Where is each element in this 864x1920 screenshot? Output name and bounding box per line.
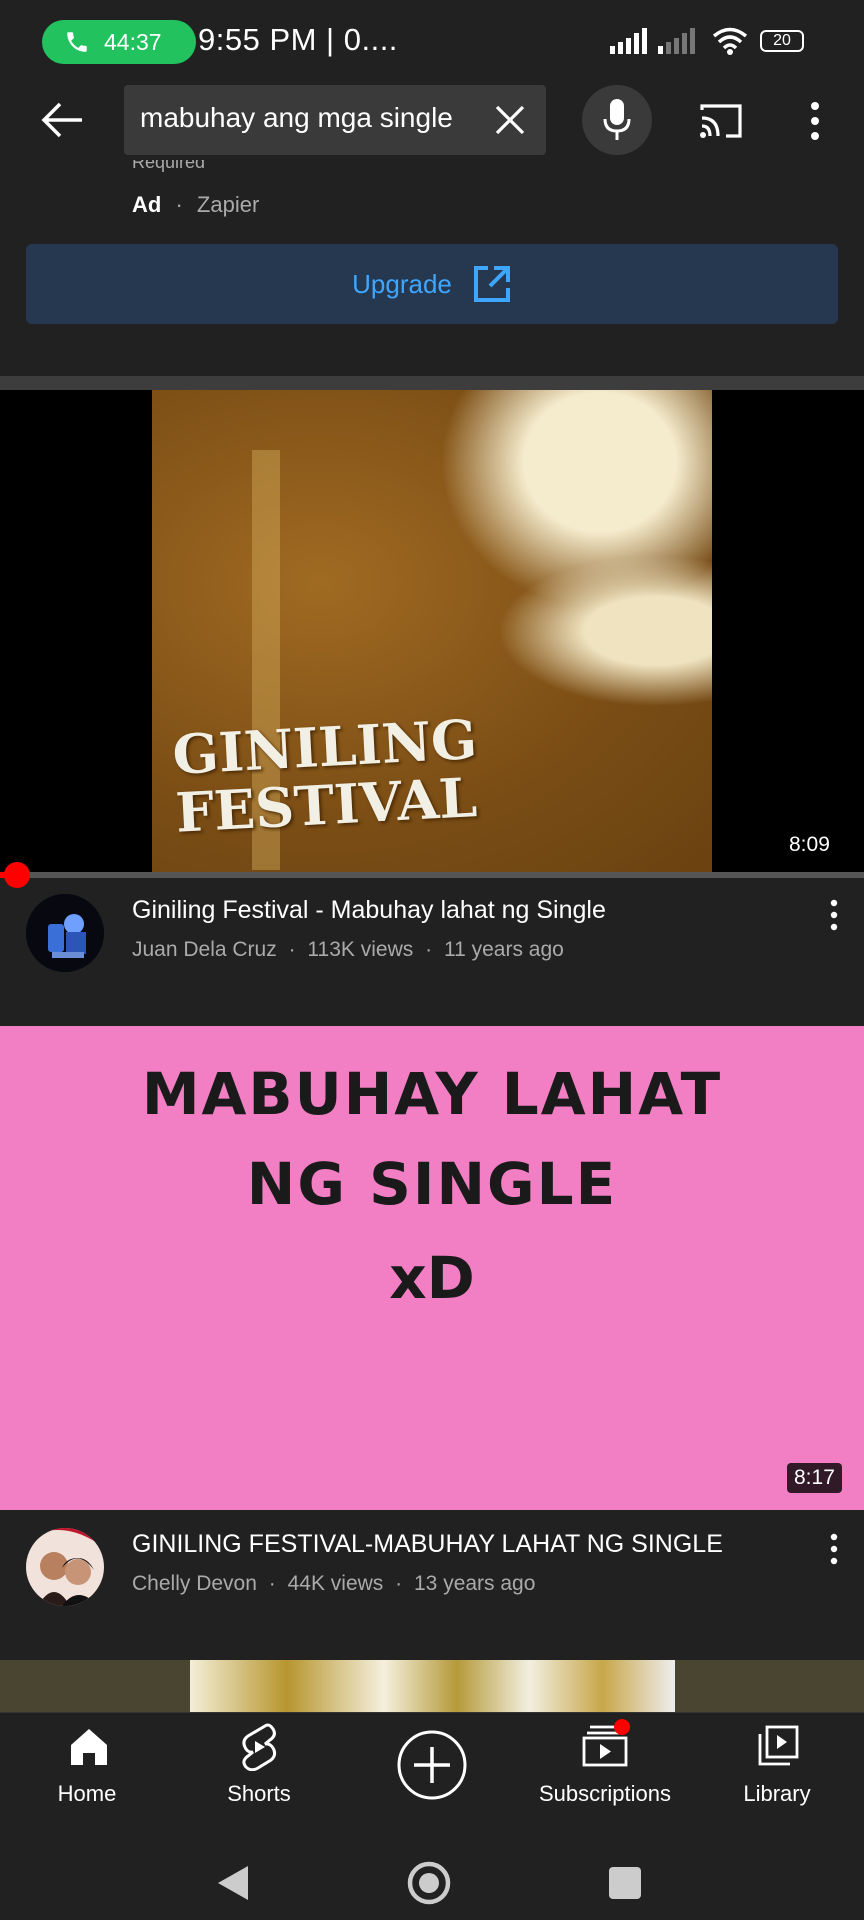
system-navigation-bar bbox=[0, 1834, 864, 1920]
system-back-icon[interactable] bbox=[216, 1864, 250, 1902]
video-duration: 8:09 bbox=[782, 830, 837, 860]
meta-separator: · bbox=[425, 938, 433, 961]
section-divider bbox=[0, 376, 864, 390]
video-menu-icon[interactable] bbox=[824, 1530, 844, 1570]
view-count: 113K views bbox=[307, 938, 414, 961]
video-metadata: Juan Dela Cruz · 113K views · 11 years a… bbox=[132, 938, 564, 962]
library-icon bbox=[758, 1725, 799, 1766]
upload-age: 13 years ago bbox=[414, 1572, 536, 1595]
system-recents-icon[interactable] bbox=[608, 1866, 642, 1900]
channel-avatar[interactable] bbox=[26, 1528, 104, 1606]
ad-separator: · bbox=[175, 192, 183, 217]
meta-separator: · bbox=[395, 1572, 403, 1595]
watch-progress-bar bbox=[0, 872, 864, 878]
clear-search-icon[interactable] bbox=[494, 104, 526, 136]
back-arrow-icon[interactable] bbox=[40, 100, 84, 140]
add-icon bbox=[397, 1730, 467, 1800]
video-thumbnail[interactable]: MABUHAY LAHAT NG SINGLE xD 8:17 bbox=[0, 1026, 864, 1510]
meta-separator: · bbox=[288, 938, 296, 961]
voice-search-button[interactable] bbox=[582, 85, 652, 155]
ad-advertiser: Zapier bbox=[196, 192, 260, 217]
call-timer: 44:37 bbox=[104, 28, 162, 55]
next-video-thumbnail[interactable] bbox=[0, 1660, 864, 1712]
video-menu-icon[interactable] bbox=[824, 896, 844, 936]
thumbnail-line: MABUHAY LAHAT bbox=[141, 1060, 723, 1128]
nav-shorts-label: Shorts bbox=[227, 1781, 291, 1806]
video-title[interactable]: Giniling Festival - Mabuhay lahat ng Sin… bbox=[132, 896, 606, 925]
meta-separator: · bbox=[268, 1572, 276, 1595]
shorts-icon bbox=[242, 1723, 277, 1771]
nav-shorts[interactable]: Shorts bbox=[184, 1713, 334, 1835]
view-count: 44K views bbox=[287, 1572, 384, 1595]
nav-subscriptions[interactable]: Subscriptions bbox=[530, 1713, 680, 1835]
avatar-image bbox=[26, 1528, 104, 1606]
ongoing-call-pill[interactable]: 44:37 bbox=[42, 20, 196, 64]
external-link-icon bbox=[473, 266, 510, 302]
thumbnail-caption: GINILING FESTIVAL bbox=[171, 706, 479, 845]
nav-home[interactable]: Home bbox=[12, 1713, 162, 1835]
more-options-icon[interactable] bbox=[804, 100, 826, 142]
search-query-text[interactable]: mabuhay ang mga single bbox=[140, 102, 453, 134]
thumbnail-line: NG SINGLE bbox=[246, 1150, 618, 1218]
upgrade-label: Upgrade bbox=[352, 268, 452, 299]
system-home-icon[interactable] bbox=[406, 1860, 452, 1906]
bottom-navigation: Home Shorts Subscriptions Library bbox=[0, 1712, 864, 1835]
video-thumbnail[interactable]: GINILING FESTIVAL 8:09 bbox=[0, 390, 864, 872]
ad-label: Ad bbox=[132, 192, 162, 217]
ad-info: Ad · Zapier bbox=[132, 192, 259, 218]
battery-level: 20 bbox=[773, 32, 791, 49]
notification-dot bbox=[614, 1719, 630, 1735]
avatar-image bbox=[26, 894, 104, 972]
status-time: 9:55 PM | 0.... bbox=[198, 22, 398, 57]
upgrade-button[interactable]: Upgrade bbox=[26, 244, 838, 324]
phone-icon bbox=[67, 32, 87, 52]
cast-icon[interactable] bbox=[698, 102, 744, 140]
home-icon bbox=[71, 1729, 107, 1765]
nav-library[interactable]: Library bbox=[702, 1713, 852, 1835]
signal-icon bbox=[610, 28, 647, 54]
battery-icon: 20 bbox=[760, 30, 804, 52]
create-button[interactable] bbox=[357, 1713, 507, 1835]
thumbnail-artwork: GINILING FESTIVAL bbox=[152, 390, 712, 872]
channel-name[interactable]: Juan Dela Cruz bbox=[132, 938, 277, 961]
nav-library-label: Library bbox=[743, 1781, 811, 1806]
progress-scrubber[interactable] bbox=[4, 862, 30, 888]
channel-name[interactable]: Chelly Devon bbox=[132, 1572, 257, 1595]
video-metadata: Chelly Devon · 44K views · 13 years ago bbox=[132, 1572, 535, 1596]
nav-subscriptions-label: Subscriptions bbox=[538, 1781, 672, 1806]
wifi-icon bbox=[712, 27, 748, 55]
nav-home-label: Home bbox=[57, 1781, 117, 1806]
signal-icon-secondary bbox=[658, 28, 695, 54]
video-duration: 8:17 bbox=[787, 1463, 842, 1493]
video-title[interactable]: GINILING FESTIVAL-MABUHAY LAHAT NG SINGL… bbox=[132, 1530, 723, 1559]
upload-age: 11 years ago bbox=[443, 938, 564, 961]
ad-clipped-text: Required bbox=[132, 160, 206, 172]
microphone-icon bbox=[603, 99, 631, 140]
channel-avatar[interactable] bbox=[26, 894, 104, 972]
thumbnail-line: xD bbox=[389, 1244, 475, 1312]
